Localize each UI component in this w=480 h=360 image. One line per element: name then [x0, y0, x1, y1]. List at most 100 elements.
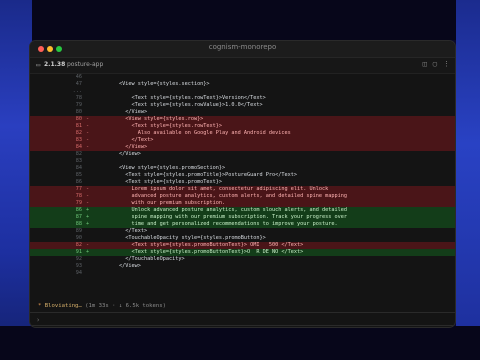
diff-marker: -	[86, 193, 90, 199]
line-number: 92	[75, 256, 82, 262]
status-detail: (1m 33s · ↓ 6.5k tokens)	[85, 303, 166, 309]
terminal-icon: ▭	[36, 61, 41, 69]
diff-line-removed: 83- </Text>	[30, 137, 455, 144]
line-number: 88	[75, 221, 82, 227]
line-number: 93	[75, 263, 82, 269]
code-text: <Text style={styles.rowValue}>1.0.0</Tex…	[94, 102, 263, 108]
diff-line-removed: 79- with our premium subscription.	[30, 200, 455, 207]
code-text: </Text>	[94, 228, 148, 234]
status-label: Bloviating…	[44, 303, 82, 309]
code-text: <Text style={styles.promoTitle}>PostureG…	[94, 172, 298, 178]
tab-actions: ◫ ▢ ⋮	[423, 60, 450, 68]
code-text: advanced posture analytics, custom alert…	[94, 193, 347, 199]
diff-line: 80 </View>	[30, 109, 455, 116]
bottom-letterbox	[0, 326, 480, 360]
diff-line-removed: 78- advanced posture analytics, custom a…	[30, 193, 455, 200]
code-text: <View style={styles.row}>	[94, 116, 204, 122]
code-text: </View>	[94, 144, 148, 150]
line-number: 94	[75, 270, 82, 276]
diff-marker: -	[86, 123, 90, 129]
line-number: 85	[75, 172, 82, 178]
line-number: 89	[75, 228, 82, 234]
diff-line-removed: 84- </View>	[30, 144, 455, 151]
code-text: <Text style={styles.rowText}>Version</Te…	[94, 95, 266, 101]
line-number: 82	[75, 151, 82, 157]
diff-marker: -	[86, 116, 90, 122]
diff-line-added: 88 + time and get personalized recommenda…	[30, 221, 455, 228]
diff-line: ...	[30, 88, 455, 95]
code-text: <View style={styles.promoSection}>	[94, 165, 226, 171]
code-text: <Text style={styles.promoText}>	[94, 179, 223, 185]
diff-line-removed: 82- Also available on Google Play and An…	[30, 130, 455, 137]
diff-line: 83	[30, 158, 455, 165]
tab-project-name[interactable]: posture-app	[67, 61, 103, 68]
diff-line: 46	[30, 74, 455, 81]
code-text: </Text>	[94, 137, 154, 143]
prompt-chevron-icon: ›	[36, 316, 41, 324]
line-number: 84	[75, 165, 82, 171]
line-number: ...	[72, 88, 82, 94]
diff-line: 79 <Text style={styles.rowValue}>1.0.0</…	[30, 102, 455, 109]
code-text: </View>	[94, 263, 141, 269]
desktop-wallpaper-right	[456, 0, 480, 360]
tab-version[interactable]: 2.1.38	[44, 61, 65, 68]
desktop-wallpaper-left	[0, 0, 32, 360]
diff-line-added: 87 + spine mapping with our premium subsc…	[30, 214, 455, 221]
line-number: 82	[75, 242, 82, 248]
line-number: 81	[75, 123, 82, 129]
diff-line-removed: 80- <View style={styles.row}>	[30, 116, 455, 123]
diff-marker: -	[86, 137, 90, 143]
diff-line: 86 <Text style={styles.promoText}>	[30, 179, 455, 186]
line-number: 77	[75, 186, 82, 192]
diff-marker: -	[86, 186, 90, 192]
code-text: Lorem ipsum dolor sit amet, consectetur …	[94, 186, 329, 192]
diff-line-removed: 81- <Text style={styles.rowText}>	[30, 123, 455, 130]
prompt-input[interactable]: ›	[36, 316, 40, 324]
diff-line: 78 <Text style={styles.rowText}>Version<…	[30, 95, 455, 102]
line-number: 79	[75, 102, 82, 108]
line-number: 80	[75, 109, 82, 115]
line-number: 79	[75, 200, 82, 206]
diff-line: 85 <Text style={styles.promoTitle}>Postu…	[30, 172, 455, 179]
line-number: 84	[75, 144, 82, 150]
diff-line-added: 86 + Unlock advanced posture analytics, c…	[30, 207, 455, 214]
spinner-icon: *	[38, 303, 42, 309]
diff-line: 92 </TouchableOpacity>	[30, 256, 455, 263]
split-pane-icon[interactable]: ◫	[423, 60, 427, 68]
diff-marker: +	[86, 249, 90, 255]
line-number: 78	[75, 193, 82, 199]
tab-bar: ▭ 2.1.38 posture-app ◫ ▢ ⋮	[30, 58, 455, 74]
code-text: </View>	[94, 151, 141, 157]
line-number: 87	[75, 214, 82, 220]
diff-line-added: 91 + <Text style={styles.promoButtonText}…	[30, 249, 455, 256]
code-text: <Text style={styles.promoButtonText}>O R…	[94, 249, 304, 255]
menu-icon[interactable]: ⋮	[443, 60, 450, 68]
diff-line-removed: 82- <Text style={styles.promoButtonText}…	[30, 242, 455, 249]
line-number: 86	[75, 207, 82, 213]
line-number: 47	[75, 81, 82, 87]
terminal-window: cognism-monorepo ▭ 2.1.38 posture-app ◫ …	[30, 41, 455, 327]
title-bar: cognism-monorepo	[30, 41, 455, 58]
prompt-divider-top	[30, 312, 455, 313]
line-number: 83	[75, 137, 82, 143]
diff-marker: -	[86, 242, 90, 248]
line-number: 78	[75, 95, 82, 101]
code-text: time and get personalized recommendation…	[94, 221, 338, 227]
code-text: <Text style={styles.rowText}>	[94, 123, 223, 129]
diff-line: 89 </Text>	[30, 228, 455, 235]
code-text: </TouchableOpacity>	[94, 256, 185, 262]
code-text: <TouchableOpacity style={styles.promoBut…	[94, 235, 266, 241]
diff-view: 46 47 <View style={styles.section}>... 78 …	[30, 74, 455, 300]
diff-line: 94	[30, 270, 455, 277]
code-text: Unlock advanced posture analytics, custo…	[94, 207, 347, 213]
diff-marker: -	[86, 130, 90, 136]
window-icon[interactable]: ▢	[433, 60, 437, 68]
top-letterbox	[0, 0, 480, 40]
window-title: cognism-monorepo	[208, 43, 277, 51]
diff-line: 84 <View style={styles.promoSection}>	[30, 165, 455, 172]
code-text: <Text style={styles.promoButtonText}> OM…	[94, 242, 304, 248]
line-number: 86	[75, 179, 82, 185]
line-number: 82	[75, 130, 82, 136]
code-text: <View style={styles.section}>	[94, 81, 210, 87]
diff-marker: +	[86, 207, 90, 213]
